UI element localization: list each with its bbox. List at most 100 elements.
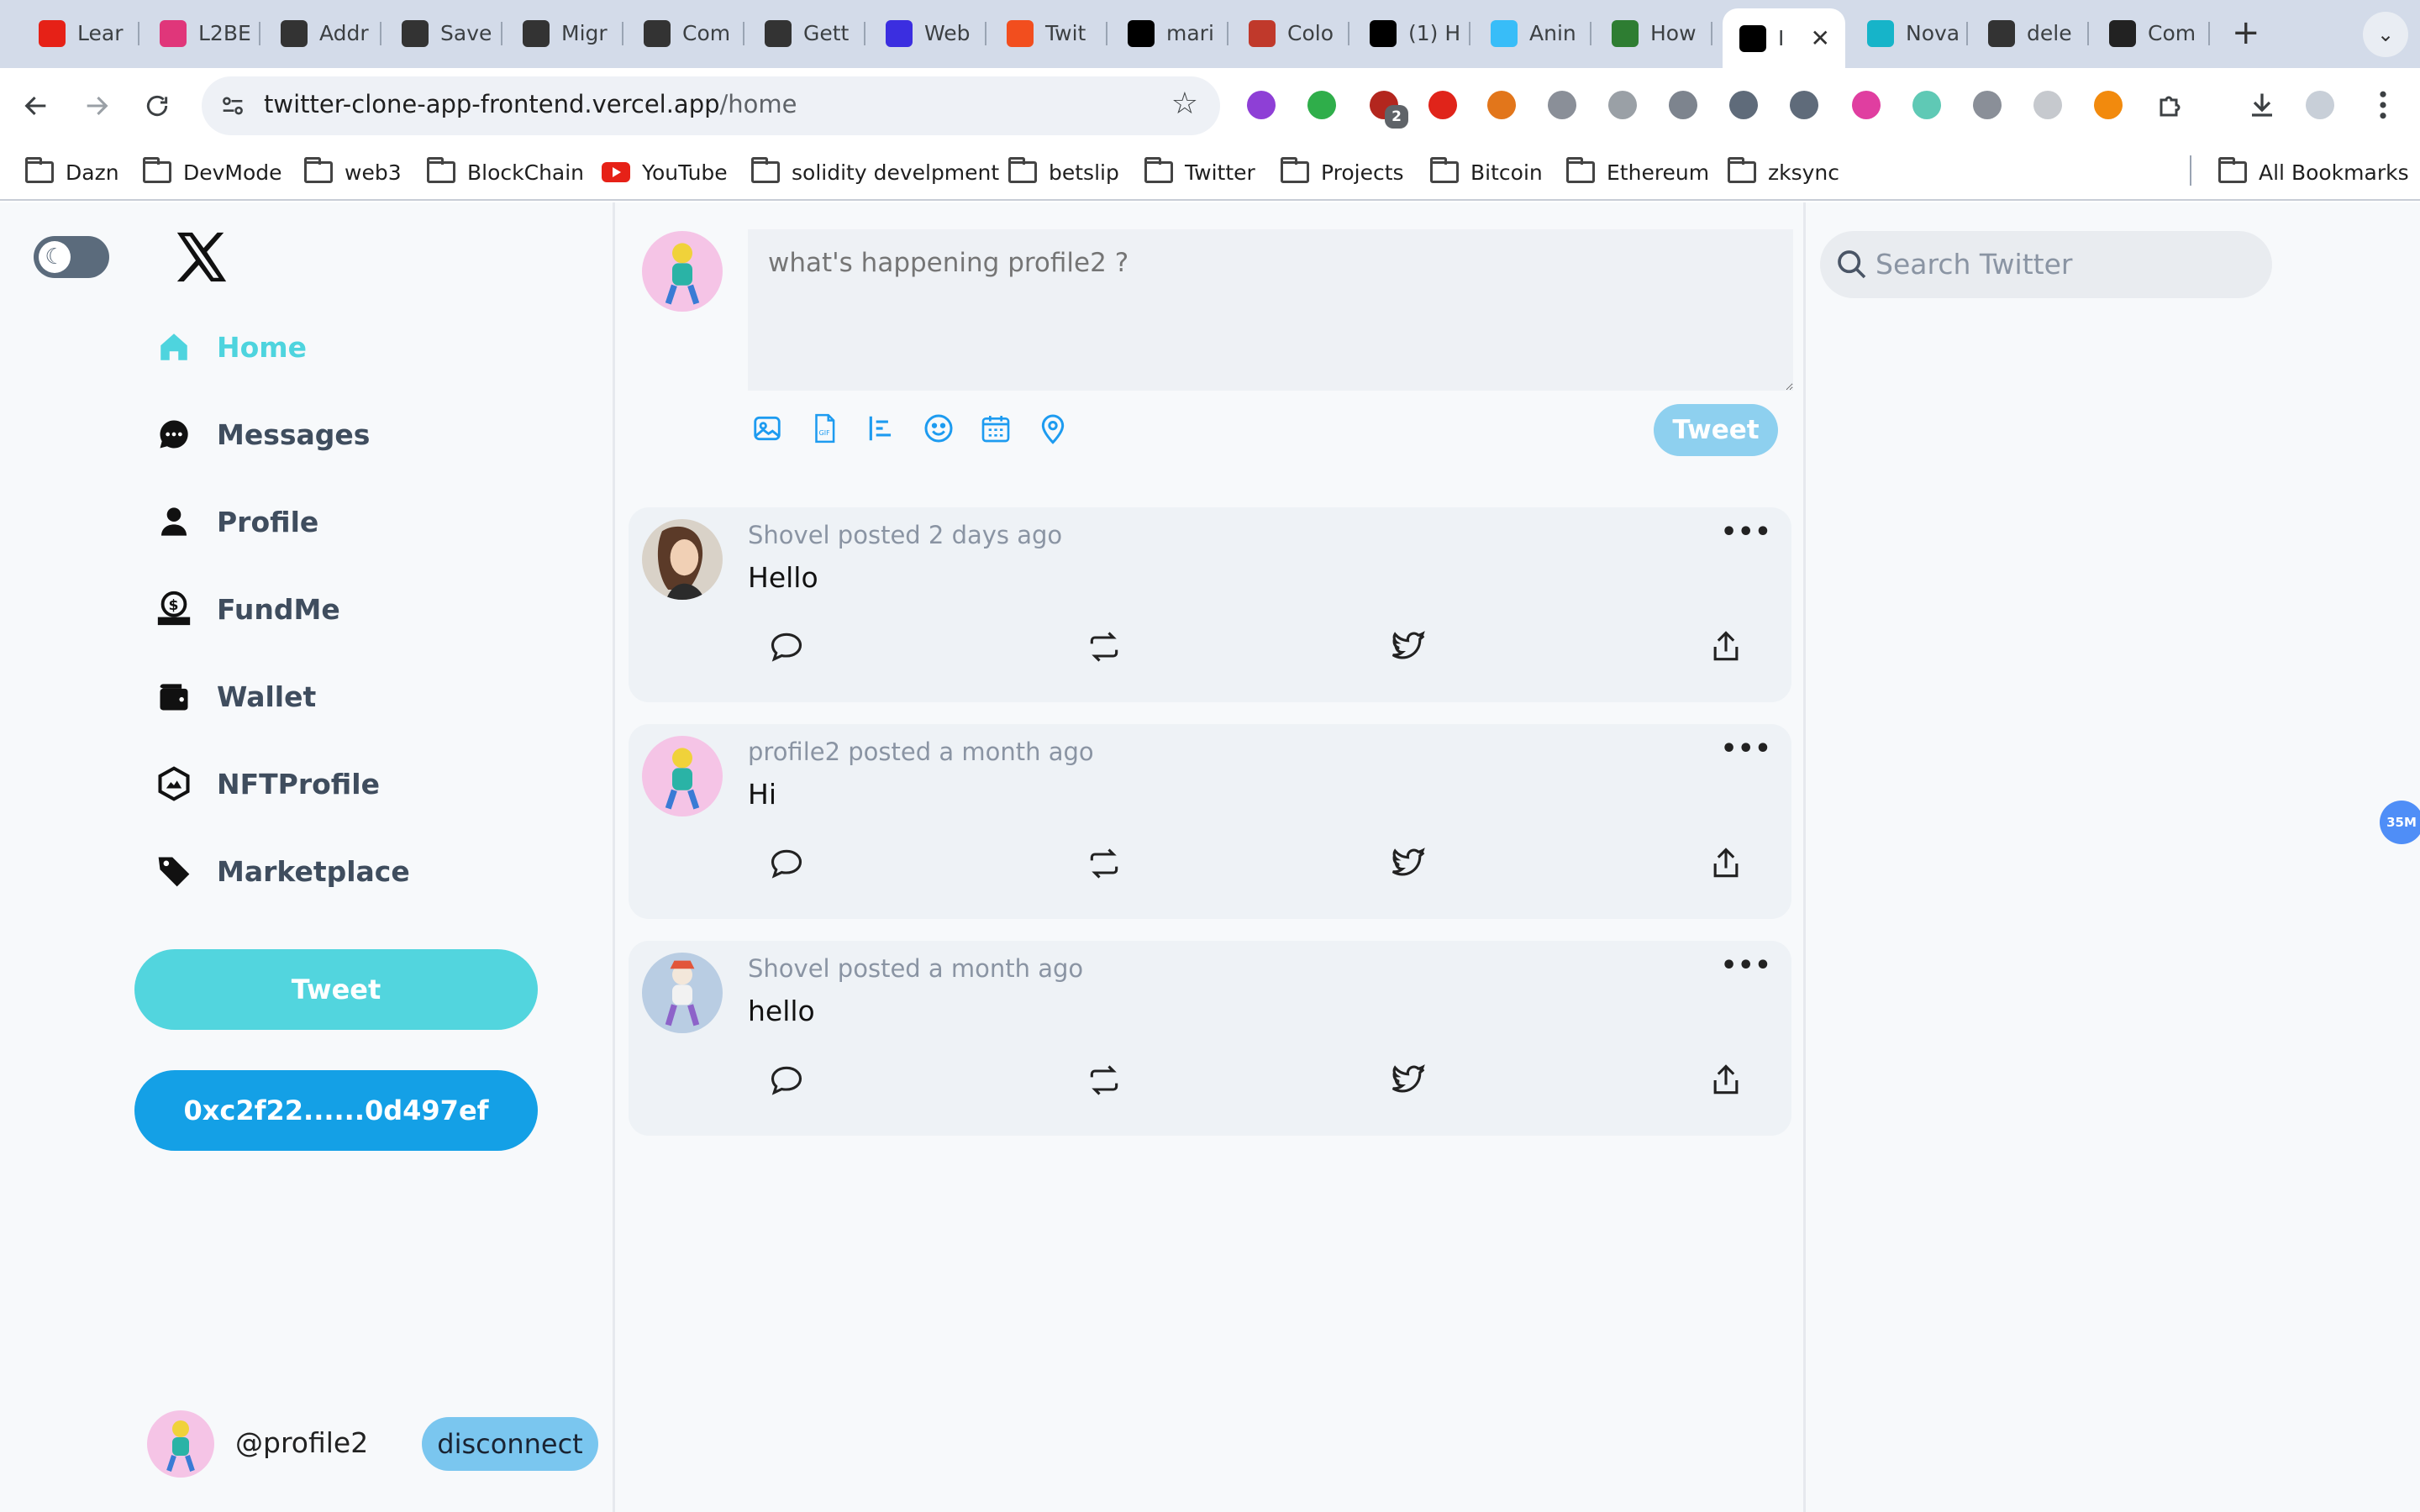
browser-tab[interactable]: Gett — [748, 10, 865, 56]
avatar[interactable] — [642, 953, 723, 1033]
like-bird-icon[interactable] — [1388, 1060, 1428, 1100]
sidebar-item-nftprofile[interactable]: NFTProfile — [155, 760, 380, 807]
share-icon[interactable] — [1706, 1060, 1746, 1100]
ext-spider-icon[interactable] — [1790, 91, 1818, 119]
bookmark-item[interactable]: web3 — [304, 157, 402, 187]
browser-tab[interactable]: mari — [1111, 10, 1228, 56]
browser-tab[interactable]: Web — [869, 10, 986, 56]
search-input[interactable]: Search Twitter — [1820, 231, 2272, 298]
ext-orange-icon[interactable] — [2094, 91, 2123, 119]
avatar[interactable] — [642, 736, 723, 816]
sidebar-item-messages[interactable]: Messages — [155, 411, 370, 458]
location-icon[interactable] — [1034, 409, 1072, 448]
retweet-icon[interactable] — [1084, 843, 1124, 884]
browser-tab[interactable]: How — [1595, 10, 1712, 56]
bookmark-item[interactable]: zksync — [1728, 157, 1839, 187]
ext-purple-icon[interactable] — [1247, 91, 1276, 119]
reload-icon[interactable] — [138, 87, 176, 125]
ext-brave-icon[interactable] — [1428, 91, 1457, 119]
back-icon[interactable] — [17, 87, 55, 125]
browser-tab[interactable]: Save — [385, 10, 502, 56]
close-tab-icon[interactable]: ✕ — [1811, 24, 1830, 52]
browser-tab[interactable]: Anin — [1474, 10, 1591, 56]
site-info-icon[interactable] — [218, 92, 247, 120]
sidebar-item-home[interactable]: Home — [155, 323, 307, 370]
bookmark-item[interactable]: Twitter — [1144, 157, 1255, 187]
poll-icon[interactable] — [862, 409, 901, 448]
metamask-icon[interactable] — [1487, 91, 1516, 119]
ext-grey-icon[interactable] — [2033, 91, 2062, 119]
x-logo-icon[interactable] — [171, 228, 232, 286]
ext-avatar-icon[interactable] — [1912, 91, 1941, 119]
new-tab-button[interactable]: + — [2232, 10, 2260, 56]
reply-icon[interactable] — [766, 1060, 807, 1100]
puzzle-icon[interactable] — [2154, 88, 2188, 122]
share-icon[interactable] — [1706, 843, 1746, 884]
browser-tab[interactable]: Lear — [22, 10, 139, 56]
image-icon[interactable] — [748, 409, 786, 448]
tab-search-icon[interactable]: ⌄ — [2363, 12, 2408, 57]
camera-icon[interactable] — [1669, 91, 1697, 119]
share-icon[interactable] — [1706, 627, 1746, 667]
browser-tab[interactable]: Com — [627, 10, 744, 56]
profile-avatar-icon[interactable] — [2306, 91, 2334, 119]
ext-pink-icon[interactable] — [1852, 91, 1881, 119]
all-bookmarks[interactable]: All Bookmarks — [2218, 157, 2409, 187]
bookmark-item[interactable]: betslip — [1008, 157, 1119, 187]
menu-kebab-icon[interactable] — [2366, 88, 2400, 122]
bookmark-item[interactable]: DevMode — [143, 157, 282, 187]
bookmark-item[interactable]: Bitcoin — [1430, 157, 1543, 187]
bookmark-star-icon[interactable]: ☆ — [1171, 87, 1198, 121]
ext-gear-icon[interactable] — [1608, 91, 1637, 119]
browser-tab[interactable]: Nova — [1850, 10, 1968, 56]
browser-tab[interactable]: Addr — [264, 10, 381, 56]
browser-tab[interactable]: L2BE — [143, 10, 260, 56]
avatar[interactable] — [642, 519, 723, 600]
browser-tab[interactable]: Com — [2092, 10, 2210, 56]
tweet-card[interactable]: Shovel posted a month ago hello ••• — [629, 941, 1791, 1136]
gif-icon[interactable]: GIF — [805, 409, 844, 448]
tweet-card[interactable]: Shovel posted 2 days ago Hello ••• — [629, 507, 1791, 702]
bookmark-item[interactable]: Projects — [1281, 157, 1404, 187]
schedule-icon[interactable] — [976, 409, 1015, 448]
ext-zoom-icon[interactable] — [1973, 91, 2002, 119]
tweet-composer-input[interactable] — [748, 229, 1793, 391]
composer-tweet-button[interactable]: Tweet — [1654, 404, 1778, 456]
browser-tab[interactable]: dele — [1971, 10, 2089, 56]
bookmark-item[interactable]: YouTube — [602, 157, 728, 187]
wallet-address-button[interactable]: 0xc2f22......0d497ef — [134, 1070, 538, 1151]
download-icon[interactable] — [2245, 88, 2279, 122]
more-options-icon[interactable]: ••• — [1721, 734, 1772, 764]
bookmark-item[interactable]: Ethereum — [1566, 157, 1709, 187]
retweet-icon[interactable] — [1084, 1060, 1124, 1100]
theme-toggle[interactable]: ☾ — [34, 236, 109, 278]
address-bar[interactable]: twitter-clone-app-frontend.vercel.app/ho… — [202, 76, 1220, 135]
browser-tab[interactable]: Colo — [1232, 10, 1349, 56]
sidebar-item-wallet[interactable]: Wallet — [155, 673, 316, 720]
bookmark-item[interactable]: BlockChain — [427, 157, 584, 187]
ext-snake-icon[interactable] — [1729, 91, 1758, 119]
ext-bug-icon[interactable] — [1548, 91, 1576, 119]
more-options-icon[interactable]: ••• — [1721, 517, 1772, 547]
forward-icon[interactable] — [77, 87, 116, 125]
reply-icon[interactable] — [766, 627, 807, 667]
reply-icon[interactable] — [766, 843, 807, 884]
disconnect-button[interactable]: disconnect — [422, 1417, 598, 1471]
floating-badge[interactable]: 35M — [2380, 801, 2420, 844]
browser-tab[interactable]: I ✕ — [1723, 8, 1845, 68]
avatar[interactable] — [147, 1410, 214, 1478]
browser-tab[interactable]: Twit — [990, 10, 1107, 56]
retweet-icon[interactable] — [1084, 627, 1124, 667]
emoji-icon[interactable] — [919, 409, 958, 448]
sidebar-item-profile[interactable]: Profile — [155, 498, 318, 545]
bookmark-item[interactable]: Dazn — [25, 157, 119, 187]
browser-tab[interactable]: (1) H — [1353, 10, 1470, 56]
sidebar-tweet-button[interactable]: Tweet — [134, 949, 538, 1030]
browser-tab[interactable]: Migr — [506, 10, 623, 56]
sidebar-item-fundme[interactable]: $ FundMe — [155, 585, 340, 633]
like-bird-icon[interactable] — [1388, 627, 1428, 667]
tweet-card[interactable]: profile2 posted a month ago Hi ••• — [629, 724, 1791, 919]
ext-colorful-icon[interactable] — [1307, 91, 1336, 119]
like-bird-icon[interactable] — [1388, 843, 1428, 884]
bookmark-item[interactable]: solidity develpment — [751, 157, 999, 187]
